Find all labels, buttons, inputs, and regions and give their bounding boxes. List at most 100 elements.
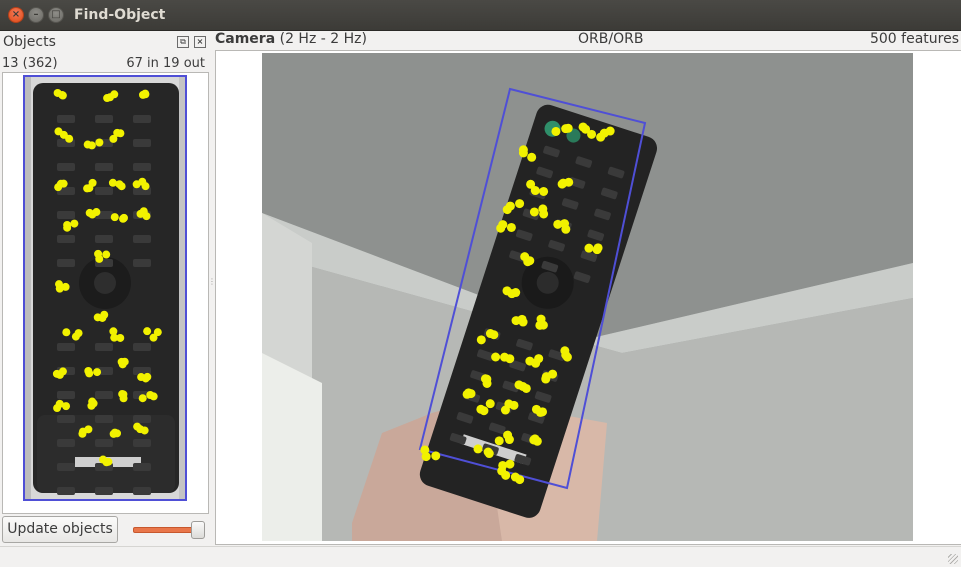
min-matches-slider[interactable] xyxy=(133,521,205,539)
object-keypoint xyxy=(95,138,104,147)
update-objects-button[interactable]: Update objects xyxy=(2,516,118,543)
object-keypoint xyxy=(141,90,150,99)
object-keypoint xyxy=(55,284,64,293)
camera-keypoint xyxy=(587,129,597,139)
camera-frame xyxy=(262,53,913,541)
inliers-outliers-label: 67 in 19 out xyxy=(126,56,205,71)
object-keypoint xyxy=(105,93,114,102)
camera-keypoint xyxy=(592,245,602,255)
object-keypoint xyxy=(136,425,145,434)
object-keypoint xyxy=(95,254,104,263)
camera-keypoint xyxy=(536,314,546,324)
object-keypoint xyxy=(113,128,122,137)
camera-keypoint xyxy=(563,123,573,133)
object-keypoint xyxy=(52,369,61,378)
camera-keypoint xyxy=(420,445,430,455)
objects-dock: Objects ⧉ × 13 (362) 67 in 19 out Update… xyxy=(0,31,210,546)
camera-keypoint xyxy=(507,289,517,299)
dock-splitter-handle[interactable]: ⋮ xyxy=(208,278,216,294)
object-keypoint xyxy=(119,213,128,222)
camera-keypoint xyxy=(561,224,571,234)
camera-keypoint xyxy=(485,329,495,339)
camera-keypoint xyxy=(494,436,504,446)
window-titlebar: × – □ Find-Object xyxy=(0,0,961,31)
camera-keypoint xyxy=(491,352,501,362)
object-keypoint xyxy=(93,313,102,322)
close-window-button[interactable]: × xyxy=(8,7,24,23)
object-keypoint xyxy=(71,332,80,341)
camera-keypoint xyxy=(560,346,570,356)
camera-keypoint xyxy=(532,436,542,446)
objects-list xyxy=(2,72,209,514)
camera-keypoint xyxy=(529,207,539,217)
camera-title: Camera xyxy=(215,31,276,47)
camera-keypoint xyxy=(504,399,514,409)
camera-keypoint xyxy=(538,407,548,417)
object-keypoint xyxy=(132,180,141,189)
camera-keypoint xyxy=(551,126,561,136)
object-keypoint xyxy=(92,208,101,217)
camera-keypoint xyxy=(506,222,516,232)
camera-keypoint xyxy=(464,388,474,398)
object-keypoint xyxy=(138,394,147,403)
camera-view xyxy=(215,50,961,545)
object-keypoint xyxy=(56,179,65,188)
camera-keypoint xyxy=(527,152,537,162)
object-keypoint xyxy=(88,178,97,187)
object-keypoint xyxy=(87,141,96,150)
object-keypoint xyxy=(109,327,118,336)
camera-keypoint xyxy=(431,451,441,461)
camera-algorithm: ORB/ORB xyxy=(578,31,644,47)
camera-keypoint xyxy=(553,219,563,229)
object-keypoint xyxy=(108,178,117,187)
object-keypoint xyxy=(117,182,126,191)
camera-keypoint xyxy=(539,186,549,196)
camera-keypoint xyxy=(515,199,525,209)
float-dock-icon[interactable]: ⧉ xyxy=(177,36,189,48)
resize-grip-icon[interactable] xyxy=(948,554,958,564)
object-keypoint xyxy=(63,223,72,232)
maximize-window-button[interactable]: □ xyxy=(48,7,64,23)
object-keypoint xyxy=(54,127,63,136)
object-keypoint xyxy=(153,328,162,337)
camera-keypoint xyxy=(518,148,528,158)
camera-keypoint xyxy=(501,470,511,480)
object-keypoint xyxy=(53,404,62,413)
object-keypoint xyxy=(84,367,93,376)
object-thumbnail[interactable] xyxy=(23,75,187,501)
camera-rate: (2 Hz - 2 Hz) xyxy=(279,31,367,47)
object-keypoint xyxy=(149,392,158,401)
camera-keypoint xyxy=(518,381,528,391)
window-title: Find-Object xyxy=(74,7,166,23)
minimize-window-button[interactable]: – xyxy=(28,7,44,23)
camera-header: Camera (2 Hz - 2 Hz) xyxy=(215,31,367,47)
camera-keypoint xyxy=(498,220,508,230)
camera-keypoint xyxy=(530,186,540,196)
slider-handle[interactable] xyxy=(191,521,205,539)
object-count-label: 13 (362) xyxy=(2,56,58,71)
camera-keypoint xyxy=(520,252,530,262)
camera-keypoint xyxy=(599,128,609,138)
object-keypoint xyxy=(141,374,150,383)
camera-keypoint xyxy=(476,335,486,345)
status-bar xyxy=(0,546,961,567)
camera-keypoint xyxy=(558,178,568,188)
camera-keypoint xyxy=(531,358,541,368)
camera-keypoint xyxy=(479,406,489,416)
camera-keypoint xyxy=(584,243,594,253)
camera-keypoint xyxy=(510,472,520,482)
camera-keypoint xyxy=(484,449,494,459)
camera-keypoint xyxy=(485,399,495,409)
camera-features-count: 500 features xyxy=(869,31,959,47)
close-dock-icon[interactable]: × xyxy=(194,36,206,48)
camera-keypoint xyxy=(539,209,549,219)
object-keypoint xyxy=(62,328,71,337)
camera-keypoint xyxy=(498,460,508,470)
camera-keypoint xyxy=(502,205,512,215)
camera-keypoint xyxy=(482,374,492,384)
object-keypoint xyxy=(118,360,127,369)
objects-dock-title: Objects xyxy=(3,34,56,50)
object-keypoint xyxy=(141,182,150,191)
camera-keypoint xyxy=(505,354,515,364)
object-keypoint xyxy=(143,327,152,336)
